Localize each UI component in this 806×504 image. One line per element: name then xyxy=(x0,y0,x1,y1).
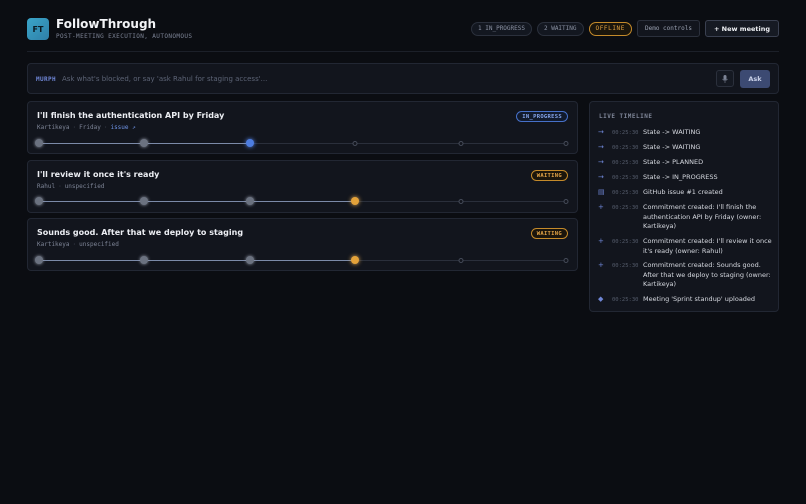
due-label: Friday xyxy=(79,124,101,131)
timeline-event: + 00:25:30 Commitment created: Sounds go… xyxy=(598,261,774,290)
app-title: FollowThrough xyxy=(56,17,157,31)
event-time: 00:25:30 xyxy=(612,174,639,181)
commitment-meta: Kartikeya · Friday · issue ↗ xyxy=(37,124,136,131)
event-text: Commitment created: I'll finish the auth… xyxy=(643,203,762,230)
header-divider xyxy=(27,51,779,52)
progress-step-done xyxy=(35,256,43,264)
issue-link[interactable]: issue ↗ xyxy=(110,124,135,131)
progress-track xyxy=(35,256,569,264)
event-time: 00:25:30 xyxy=(612,144,639,151)
document-icon: ▤ xyxy=(598,188,605,196)
event-time: 00:25:30 xyxy=(612,204,639,211)
commitment-title: Sounds good. After that we deploy to sta… xyxy=(37,228,244,237)
commitment-meta: Rahul · unspecified xyxy=(37,183,105,190)
timeline-event: ▤ 00:25:30 GitHub issue #1 created xyxy=(598,188,774,198)
progress-step-pending xyxy=(458,140,464,146)
ask-button[interactable]: Ask xyxy=(740,70,770,88)
microphone-icon[interactable] xyxy=(716,70,734,87)
demo-controls-button[interactable]: Demo controls xyxy=(637,20,700,37)
arrow-icon: → xyxy=(598,143,604,151)
event-text: GitHub issue #1 created xyxy=(643,188,723,196)
event-time: 00:25:30 xyxy=(612,296,639,303)
app-logo: FT xyxy=(27,18,49,40)
timeline-event: → 00:25:30 State -> WAITING xyxy=(598,143,774,153)
assistant-name-label: MURPH xyxy=(36,76,57,83)
progress-step-done xyxy=(140,256,149,264)
in-progress-count-pill[interactable]: 1 IN_PROGRESS xyxy=(471,21,532,36)
owner-label: Kartikeya xyxy=(37,124,70,131)
progress-step-active-blue xyxy=(245,139,254,147)
event-time: 00:25:30 xyxy=(612,189,639,196)
offline-status-badge: OFFLINE xyxy=(588,21,632,36)
status-badge: IN_PROGRESS xyxy=(516,111,568,122)
progress-step-pending xyxy=(352,140,358,146)
ask-bar: MURPH Ask xyxy=(27,63,779,94)
event-text: State -> WAITING xyxy=(643,143,701,151)
app-header: FT FollowThrough POST-MEETING EXECUTION,… xyxy=(27,16,779,44)
timeline-event: → 00:25:30 State -> WAITING xyxy=(598,128,774,138)
progress-step-pending xyxy=(563,257,569,263)
commitment-card[interactable]: I'll review it once it's ready Rahul · u… xyxy=(27,160,578,213)
progress-step-pending xyxy=(458,257,464,263)
live-timeline-panel: LIVE TIMELINE → 00:25:30 State -> WAITIN… xyxy=(589,101,779,312)
progress-step-done xyxy=(245,256,254,264)
progress-step-done xyxy=(140,197,149,205)
event-text: State -> WAITING xyxy=(643,128,701,136)
ask-input[interactable] xyxy=(62,70,702,88)
timeline-event: + 00:25:30 Commitment created: I'll fini… xyxy=(598,203,774,232)
event-text: Commitment created: I'll review it once … xyxy=(643,237,772,255)
progress-step-active-amber xyxy=(351,256,360,264)
due-label: unspecified xyxy=(79,241,119,248)
status-badge: WAITING xyxy=(530,170,568,181)
progress-step-active-amber xyxy=(351,197,360,205)
timeline-title: LIVE TIMELINE xyxy=(599,113,653,120)
owner-label: Kartikeya xyxy=(37,241,70,248)
timeline-event: → 00:25:30 State -> IN_PROGRESS xyxy=(598,173,774,183)
progress-track xyxy=(35,197,569,205)
commitment-title: I'll finish the authentication API by Fr… xyxy=(37,111,225,120)
plus-icon: + xyxy=(598,237,604,245)
progress-step-done xyxy=(35,197,43,205)
plus-icon: + xyxy=(598,203,604,211)
app-subtitle: POST-MEETING EXECUTION, AUTONOMOUS xyxy=(56,33,193,40)
event-time: 00:25:30 xyxy=(612,159,639,166)
progress-step-done xyxy=(140,139,149,147)
header-actions: 1 IN_PROGRESS 2 WAITING OFFLINE Demo con… xyxy=(471,20,779,37)
diamond-icon: ◆ xyxy=(598,295,604,303)
arrow-icon: → xyxy=(598,128,604,136)
progress-step-pending xyxy=(458,198,464,204)
due-label: unspecified xyxy=(64,183,105,190)
owner-label: Rahul xyxy=(37,183,56,190)
progress-step-done xyxy=(35,139,43,147)
commitment-title: I'll review it once it's ready xyxy=(37,170,160,179)
timeline-event: ◆ 00:25:30 Meeting 'Sprint standup' uplo… xyxy=(598,295,774,305)
status-badge: WAITING xyxy=(530,228,568,239)
timeline-event: → 00:25:30 State -> PLANNED xyxy=(598,158,774,168)
progress-step-done xyxy=(245,197,254,205)
event-text: Commitment created: Sounds good. After t… xyxy=(643,261,771,288)
event-time: 00:25:30 xyxy=(612,238,639,245)
commitment-meta: Kartikeya · unspecified xyxy=(37,241,119,248)
progress-step-pending xyxy=(563,140,569,146)
commitment-card[interactable]: Sounds good. After that we deploy to sta… xyxy=(27,218,578,271)
plus-icon: + xyxy=(598,261,604,269)
timeline-event: + 00:25:30 Commitment created: I'll revi… xyxy=(598,237,774,256)
arrow-icon: → xyxy=(598,173,604,181)
arrow-icon: → xyxy=(598,158,604,166)
event-text: State -> PLANNED xyxy=(643,158,704,166)
waiting-count-pill[interactable]: 2 WAITING xyxy=(536,21,584,36)
progress-step-pending xyxy=(563,198,569,204)
event-text: State -> IN_PROGRESS xyxy=(643,173,718,181)
new-meeting-button[interactable]: + New meeting xyxy=(704,20,779,37)
event-time: 00:25:30 xyxy=(612,262,639,269)
event-time: 00:25:30 xyxy=(612,129,639,136)
event-text: Meeting 'Sprint standup' uploaded xyxy=(643,295,756,303)
progress-track xyxy=(35,139,569,147)
commitment-card[interactable]: I'll finish the authentication API by Fr… xyxy=(27,101,578,154)
